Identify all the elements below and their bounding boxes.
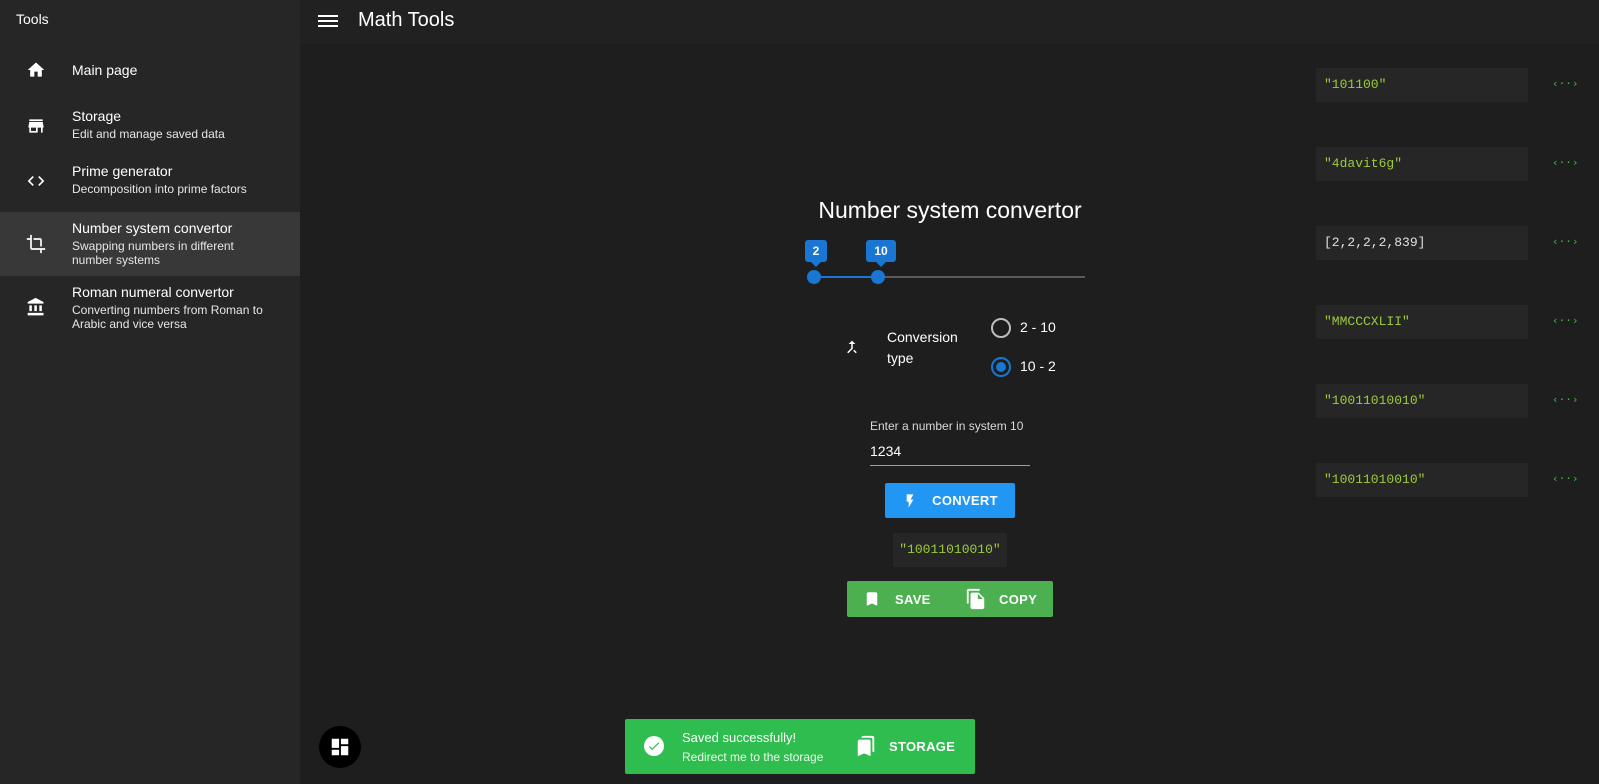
sidebar-item-subtitle: Swapping numbers in different — [72, 239, 234, 253]
sidebar-item-label: Roman numeral convertor — [72, 284, 234, 300]
sidebar-item-subtitle: number systems — [72, 253, 161, 267]
sidebar-item-subtitle: Decomposition into prime factors — [72, 182, 247, 196]
result-actions: SAVE COPY — [847, 581, 1053, 617]
history-item: "MMCCCXLII" — [1316, 305, 1528, 339]
page-title: Math Tools — [358, 9, 455, 31]
copy-button[interactable]: COPY — [965, 581, 1037, 617]
sidebar-item-label: Number system convertor — [72, 220, 233, 236]
slider-from-label: 2 — [805, 240, 827, 267]
sidebar-item-prime-generator[interactable]: Prime generator Decomposition into prime… — [0, 160, 300, 200]
sidebar-title: Tools — [16, 11, 49, 27]
sidebar-item-label: Prime generator — [72, 163, 173, 179]
slider-to-thumb[interactable] — [871, 270, 885, 284]
copy-icon — [965, 587, 987, 611]
store-icon — [26, 116, 46, 136]
snackbar-title: Saved successfully! — [682, 730, 797, 745]
menu-icon[interactable] — [318, 12, 338, 32]
app-bar: Math Tools — [300, 0, 1599, 44]
radio-10-2[interactable] — [991, 357, 1011, 377]
conversion-result: "10011010010" — [893, 533, 1007, 567]
sidebar-item-label: Main page — [72, 62, 138, 78]
conversion-type-label-line: type — [887, 350, 914, 366]
save-button[interactable]: SAVE — [863, 581, 931, 617]
bookmark-icon — [863, 589, 881, 609]
save-button-label: SAVE — [895, 591, 931, 607]
sidebar-item-label: Storage — [72, 108, 122, 124]
history-item: "10011010010" — [1316, 463, 1528, 497]
home-icon — [26, 60, 46, 80]
number-input-label: Enter a number in system 10 — [870, 419, 1024, 433]
open-history-icon[interactable]: ‹··› — [1552, 155, 1579, 171]
copy-button-label: COPY — [999, 591, 1038, 607]
check-circle-icon — [644, 736, 664, 756]
conversion-type-label-line: Conversion — [887, 329, 958, 345]
open-history-icon[interactable]: ‹··› — [1552, 392, 1579, 408]
storage-button[interactable]: STORAGE — [855, 729, 955, 763]
converter-title: Number system convertor — [818, 197, 1082, 223]
sidebar: Tools Main page Storage Edit and manage … — [0, 0, 300, 784]
history-item: [2,2,2,2,839] — [1316, 226, 1528, 260]
success-snackbar: Saved successfully! Redirect me to the s… — [625, 719, 975, 774]
open-history-icon[interactable]: ‹··› — [1552, 234, 1579, 250]
conversion-type-label: Conversion type — [887, 327, 958, 369]
radio-label-10-2: 10 - 2 — [1020, 358, 1056, 374]
bank-icon — [26, 297, 46, 317]
radio-2-10[interactable] — [991, 318, 1011, 338]
convert-button-label: CONVERT — [932, 493, 998, 508]
history-item: "4davit6g" — [1316, 147, 1528, 181]
flash-icon — [902, 491, 918, 511]
sidebar-item-number-system-convertor[interactable]: Number system convertor Swapping numbers… — [0, 212, 300, 276]
snackbar-subtitle: Redirect me to the storage — [682, 750, 824, 764]
crop-icon — [26, 234, 46, 254]
open-history-icon[interactable]: ‹··› — [1552, 76, 1579, 92]
sidebar-item-subtitle: Edit and manage saved data — [72, 127, 225, 141]
dashboard-fab[interactable] — [319, 726, 361, 768]
sidebar-item-subtitle: Arabic and vice versa — [72, 317, 187, 331]
base-slider-range — [814, 276, 878, 278]
history-item: "101100" — [1316, 68, 1528, 102]
bookmarks-icon — [855, 734, 877, 758]
sidebar-item-roman-numeral-convertor[interactable]: Roman numeral convertor Converting numbe… — [0, 280, 300, 336]
slider-to-label: 10 — [866, 240, 896, 267]
dashboard-icon — [329, 736, 351, 758]
sidebar-item-subtitle: Converting numbers from Roman to — [72, 303, 263, 317]
history-item: "10011010010" — [1316, 384, 1528, 418]
convert-button[interactable]: CONVERT — [885, 483, 1015, 518]
open-history-icon[interactable]: ‹··› — [1552, 313, 1579, 329]
sidebar-item-storage[interactable]: Storage Edit and manage saved data — [0, 104, 300, 144]
open-history-icon[interactable]: ‹··› — [1552, 471, 1579, 487]
slider-from-thumb[interactable] — [807, 270, 821, 284]
sidebar-item-main-page[interactable]: Main page — [0, 56, 300, 84]
radio-label-2-10: 2 - 10 — [1020, 319, 1056, 335]
code-icon — [26, 171, 46, 191]
storage-button-label: STORAGE — [889, 738, 956, 754]
number-input[interactable] — [870, 437, 1030, 466]
merge-type-icon — [843, 338, 861, 356]
